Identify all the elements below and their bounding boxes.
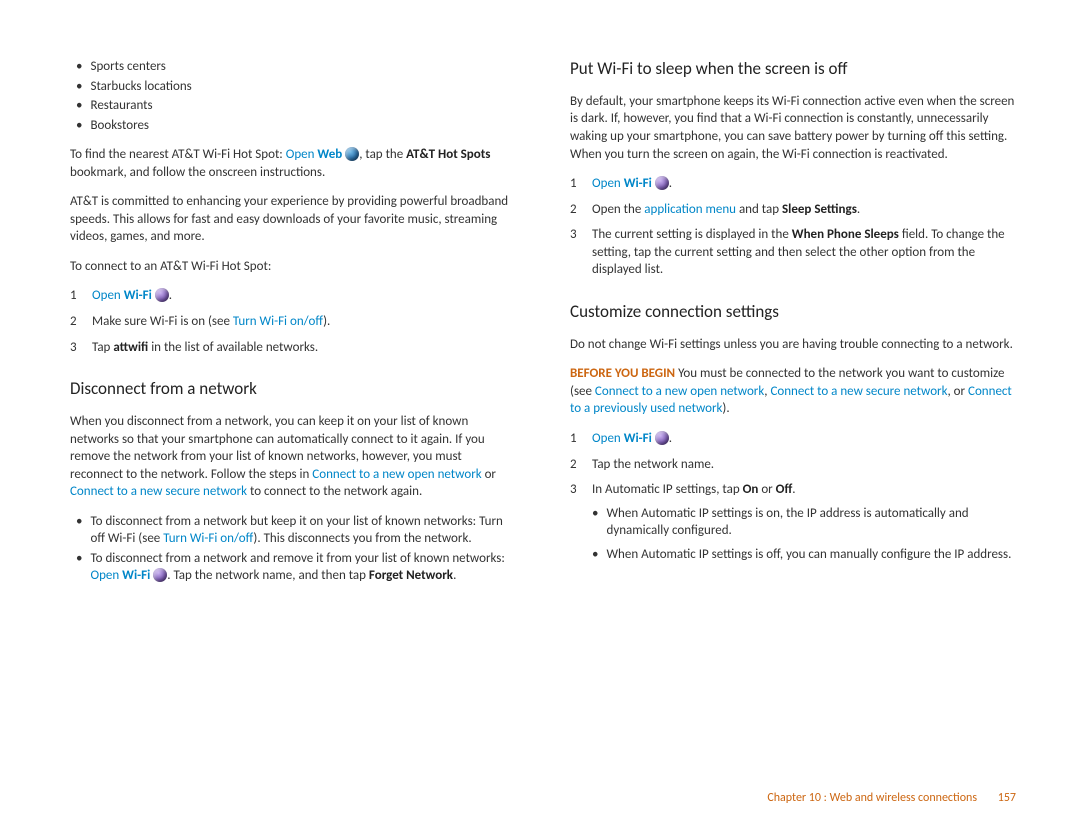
page-footer: Chapter 10 : Web and wireless connection… (767, 790, 1016, 806)
wifi-icon (155, 288, 169, 302)
step: 3 In Automatic IP settings, tap On or Of… (570, 481, 1016, 569)
connect-steps: 1 Open Wi-Fi . 2 Make sure Wi-Fi is on (… (70, 287, 516, 356)
list-item: To disconnect from a network but keep it… (70, 513, 516, 548)
step: 2 Open the application menu and tap Slee… (570, 201, 1016, 219)
wifi-app-link[interactable]: Wi-Fi (624, 176, 652, 191)
open-link[interactable]: Open (592, 176, 624, 191)
connect-open-link[interactable]: Connect to a new open network (595, 384, 764, 399)
step: 3 The current setting is displayed in th… (570, 226, 1016, 279)
app-menu-link[interactable]: application menu (644, 202, 736, 217)
step: 1 Open Wi-Fi . (570, 175, 1016, 193)
web-globe-icon (345, 147, 359, 161)
list-item: Starbucks locations (70, 78, 516, 96)
turn-wifi-link[interactable]: Turn Wi-Fi on/off (233, 314, 323, 329)
disconnect-heading: Disconnect from a network (70, 378, 516, 401)
wifi-icon (153, 568, 167, 582)
step: 3 Tap attwifi in the list of available n… (70, 339, 516, 357)
turn-wifi-link[interactable]: Turn Wi-Fi on/off (163, 531, 253, 546)
page-body: Sports centers Starbucks locations Resta… (0, 0, 1080, 834)
sleep-steps: 1 Open Wi-Fi . 2 Open the application me… (570, 175, 1016, 279)
wifi-icon (655, 431, 669, 445)
open-link[interactable]: Open (592, 431, 624, 446)
att-para: AT&T is committed to enhancing your expe… (70, 193, 516, 246)
open-link[interactable]: Open (92, 288, 124, 303)
page-number: 157 (998, 791, 1016, 805)
wifi-icon (655, 176, 669, 190)
list-item: To disconnect from a network and remove … (70, 550, 516, 585)
right-column: Put Wi-Fi to sleep when the screen is of… (570, 58, 1016, 794)
left-column: Sports centers Starbucks locations Resta… (70, 58, 516, 794)
list-item: When Automatic IP settings is off, you c… (592, 546, 1016, 564)
wifi-app-link[interactable]: Wi-Fi (624, 431, 652, 446)
connect-secure-link[interactable]: Connect to a new secure network (70, 484, 247, 499)
list-item: Restaurants (70, 97, 516, 115)
find-hotspot-para: To find the nearest AT&T Wi-Fi Hot Spot:… (70, 146, 516, 181)
customize-warn: Do not change Wi-Fi settings unless you … (570, 336, 1016, 354)
connect-secure-link[interactable]: Connect to a new secure network (770, 384, 947, 399)
disconnect-bullets: To disconnect from a network but keep it… (70, 513, 516, 585)
customize-steps: 1 Open Wi-Fi . 2 Tap the network name. 3… (570, 430, 1016, 569)
ip-settings-sublist: When Automatic IP settings is on, the IP… (592, 505, 1016, 564)
open-link[interactable]: Open (90, 568, 122, 583)
step: 1 Open Wi-Fi . (570, 430, 1016, 448)
before-you-begin: BEFORE YOU BEGIN You must be connected t… (570, 365, 1016, 418)
connect-open-link[interactable]: Connect to a new open network (312, 467, 481, 482)
list-item: Sports centers (70, 58, 516, 76)
step: 2 Tap the network name. (570, 456, 1016, 474)
sleep-heading: Put Wi-Fi to sleep when the screen is of… (570, 58, 1016, 81)
web-app-link[interactable]: Web (317, 147, 342, 162)
wifi-app-link[interactable]: Wi-Fi (122, 568, 150, 583)
hotspot-types-list: Sports centers Starbucks locations Resta… (70, 58, 516, 134)
disconnect-para: When you disconnect from a network, you … (70, 413, 516, 501)
list-item: When Automatic IP settings is on, the IP… (592, 505, 1016, 540)
wifi-app-link[interactable]: Wi-Fi (124, 288, 152, 303)
step: 2 Make sure Wi-Fi is on (see Turn Wi-Fi … (70, 313, 516, 331)
step: 1 Open Wi-Fi . (70, 287, 516, 305)
chapter-label: Chapter 10 : Web and wireless connection… (767, 791, 977, 805)
connect-intro: To connect to an AT&T Wi-Fi Hot Spot: (70, 258, 516, 276)
open-link[interactable]: Open (286, 147, 318, 162)
customize-heading: Customize connection settings (570, 301, 1016, 324)
before-you-begin-label: BEFORE YOU BEGIN (570, 366, 675, 381)
sleep-para: By default, your smartphone keeps its Wi… (570, 93, 1016, 163)
list-item: Bookstores (70, 117, 516, 135)
